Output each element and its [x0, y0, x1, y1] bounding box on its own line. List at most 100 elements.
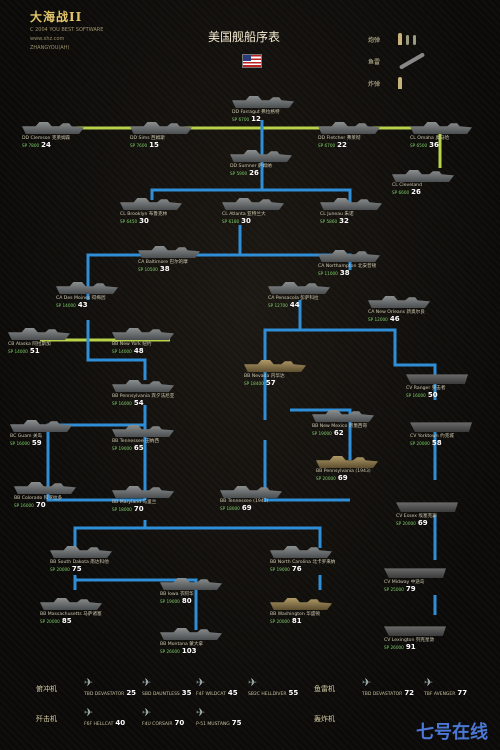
- plane-card[interactable]: ✈ SB2C HELLDIVER 55: [248, 676, 304, 697]
- ship-card[interactable]: CL Brooklyn 布鲁克林 SP 6450 30: [120, 198, 182, 225]
- ship-stat: SP 20000 69: [316, 474, 378, 482]
- ship-icon: [312, 410, 374, 422]
- ship-stat: SP 20000 69: [396, 519, 458, 527]
- ship-card[interactable]: CV Midway 中途岛 SP 25000 79: [384, 566, 446, 593]
- ship-stat: SP 6700 22: [318, 141, 380, 149]
- ship-card[interactable]: DD Fletcher 弗莱彻 SP 6700 22: [318, 122, 380, 149]
- ship-level: 54: [133, 399, 144, 407]
- ship-sp: SP 7600: [130, 143, 148, 148]
- row-label-torpedo: 鱼雷机: [314, 685, 335, 693]
- ship-level: 32: [339, 217, 349, 225]
- plane-card[interactable]: ✈ P-51 MUSTANG 75: [196, 706, 252, 727]
- ship-card[interactable]: CL Cleveland SP 6600 26: [392, 170, 454, 196]
- ship-card[interactable]: BB Pennsylvania 宾夕法尼亚 SP 16000 54: [112, 380, 174, 407]
- plane-card[interactable]: ✈ TBD DEVASTATOR 25: [84, 676, 140, 697]
- ship-card[interactable]: CL Juneau 朱诺 SP 5860 32: [320, 198, 382, 225]
- ship-card[interactable]: BB North Carolina 北卡罗来纳 SP 19000 76: [270, 546, 335, 573]
- ship-icon: [112, 486, 174, 498]
- row-label-fighter: 歼击机: [36, 715, 57, 723]
- ship-card[interactable]: BB Massachusetts 马萨诸塞 SP 20000 85: [40, 598, 102, 625]
- plane-name: F4F WILDCAT 45: [196, 689, 252, 697]
- ship-card[interactable]: CA Pensacola 彭萨科拉 SP 12700 44: [268, 282, 330, 309]
- ship-sp: SP 6500: [410, 143, 428, 148]
- ship-icon: [318, 250, 380, 262]
- ship-icon: [396, 502, 458, 512]
- ship-icon: [270, 546, 332, 558]
- plane-model: F6F HELLCAT: [84, 722, 114, 727]
- plane-card[interactable]: ✈ F6F HELLCAT 40: [84, 706, 140, 727]
- ship-card[interactable]: CA Des Moines 得梅因 SP 14000 43: [56, 282, 118, 309]
- ship-card[interactable]: BC Guam 关岛 SP 16000 59: [10, 420, 72, 447]
- ship-sp: SP 19000: [312, 431, 332, 436]
- ship-level: 36: [429, 141, 439, 149]
- plane-model: P-51 MUSTANG: [196, 722, 230, 727]
- ship-card[interactable]: DD Clemson 克莱姆森 SP 7800 24: [22, 122, 84, 149]
- ship-card[interactable]: CA Northampton 北安普顿 SP 11000 38: [318, 250, 380, 277]
- ship-card[interactable]: CL Atlanta 亚特兰大 SP 6180 30: [222, 198, 284, 225]
- ship-card[interactable]: BB Washington 华盛顿 SP 20000 81: [270, 598, 332, 625]
- ship-card[interactable]: CA Baltimore 巴尔的摩 SP 10500 38: [138, 246, 200, 273]
- plane-card[interactable]: ✈ TBF AVENGER 77: [424, 676, 480, 697]
- plane-icon: ✈: [248, 676, 258, 689]
- ship-stat: SP 19000 65: [112, 444, 174, 452]
- plane-card[interactable]: ✈ F4F WILDCAT 45: [196, 676, 252, 697]
- plane-icon: ✈: [196, 676, 206, 689]
- ship-sp: SP 11000: [318, 271, 338, 276]
- ship-icon: [112, 380, 174, 392]
- plane-name: TBF AVENGER 77: [424, 689, 480, 697]
- ship-card[interactable]: BB New Mexico 新墨西哥 SP 19000 62: [312, 410, 374, 437]
- ship-card[interactable]: CV Essex 埃塞克斯 SP 20000 69: [396, 500, 458, 527]
- ship-icon: [160, 578, 222, 590]
- ship-card[interactable]: CB Alaska 阿拉斯加 SP 14000 51: [8, 328, 70, 355]
- plane-card[interactable]: ✈ TBD DEVASTATOR 72: [362, 676, 418, 697]
- ship-level: 50: [427, 391, 438, 399]
- ship-stat: SP 20000 75: [50, 565, 112, 573]
- ship-card[interactable]: BB Colorado 科罗拉多 SP 16000 70: [14, 482, 76, 509]
- ship-card[interactable]: DD Farragut 弗拉格特 SP 6700 12: [232, 96, 294, 123]
- ship-sp: SP 26000: [160, 649, 180, 654]
- plane-icon: ✈: [142, 676, 152, 689]
- ship-stat: SP 16000 70: [14, 501, 76, 509]
- site-watermark: 七号在线: [416, 722, 488, 743]
- plane-card[interactable]: ✈ SBD DAUNTLESS 35: [142, 676, 198, 697]
- plane-name: P-51 MUSTANG 75: [196, 719, 252, 727]
- ship-card[interactable]: BB South Dakota 南达科他 SP 20000 75: [50, 546, 112, 573]
- ship-level: 15: [149, 141, 159, 149]
- ship-card[interactable]: CL Omaha 奥马哈 SP 6500 36: [410, 122, 472, 149]
- ship-card[interactable]: DD Sims 西姆斯 SP 7600 15: [130, 122, 192, 149]
- ship-sp: SP 16000: [10, 441, 30, 446]
- ship-stat: SP 5900 26: [230, 169, 292, 177]
- ship-level: 85: [61, 617, 72, 625]
- ship-card[interactable]: CA New Orleans 新奥尔良 SP 12000 46: [368, 296, 430, 323]
- ship-card[interactable]: CV Lexington 列克星敦 SP 26000 91: [384, 624, 446, 651]
- ship-stat: SP 16000 59: [10, 439, 72, 447]
- ship-stat: SP 20000 58: [410, 439, 472, 447]
- plane-icon: ✈: [196, 706, 206, 719]
- row-label-attack: 轰炸机: [314, 715, 335, 723]
- ship-card[interactable]: BB New York 纽约 SP 14000 48: [112, 328, 174, 355]
- ship-card[interactable]: CV Yorktown 约克城 SP 20000 58: [410, 420, 472, 447]
- ship-card[interactable]: DD Sumner 萨姆纳 SP 5900 26: [230, 150, 292, 177]
- ship-card[interactable]: BB Nevada 内华达 SP 18400 57: [244, 360, 306, 387]
- ship-card[interactable]: CV Ranger 突击者 SP 16000 50: [406, 372, 468, 399]
- ship-icon: [222, 198, 284, 210]
- ship-card[interactable]: BB Montana 蒙大拿 SP 26000 103: [160, 628, 222, 655]
- ship-card[interactable]: BB Tennessee (1943) SP 18000 69: [220, 486, 282, 512]
- ship-stat: SP 18000 69: [220, 504, 282, 512]
- ship-level: 26: [411, 188, 421, 196]
- ship-card[interactable]: BB Maryland 马里兰 SP 18000 70: [112, 486, 174, 513]
- ship-icon: [316, 456, 378, 468]
- ship-card[interactable]: BB Pennsylvania (1943) SP 20000 69: [316, 456, 378, 482]
- ship-icon: [410, 422, 472, 432]
- ship-level: 43: [77, 301, 88, 309]
- ship-card[interactable]: BB Iowa 衣阿华 SP 19000 80: [160, 578, 222, 605]
- plane-level: 75: [231, 719, 242, 727]
- ship-stat: SP 6180 30: [222, 217, 284, 225]
- ship-stat: SP 7800 24: [22, 141, 84, 149]
- plane-card[interactable]: ✈ F4U CORSAIR 70: [142, 706, 198, 727]
- ship-stat: SP 14000 43: [56, 301, 118, 309]
- ship-stat: SP 12000 46: [368, 315, 430, 323]
- plane-level: 77: [457, 689, 468, 697]
- ship-card[interactable]: BB Tennessee 田纳西 SP 19000 65: [112, 425, 174, 452]
- ship-stat: SP 26000 103: [160, 647, 222, 655]
